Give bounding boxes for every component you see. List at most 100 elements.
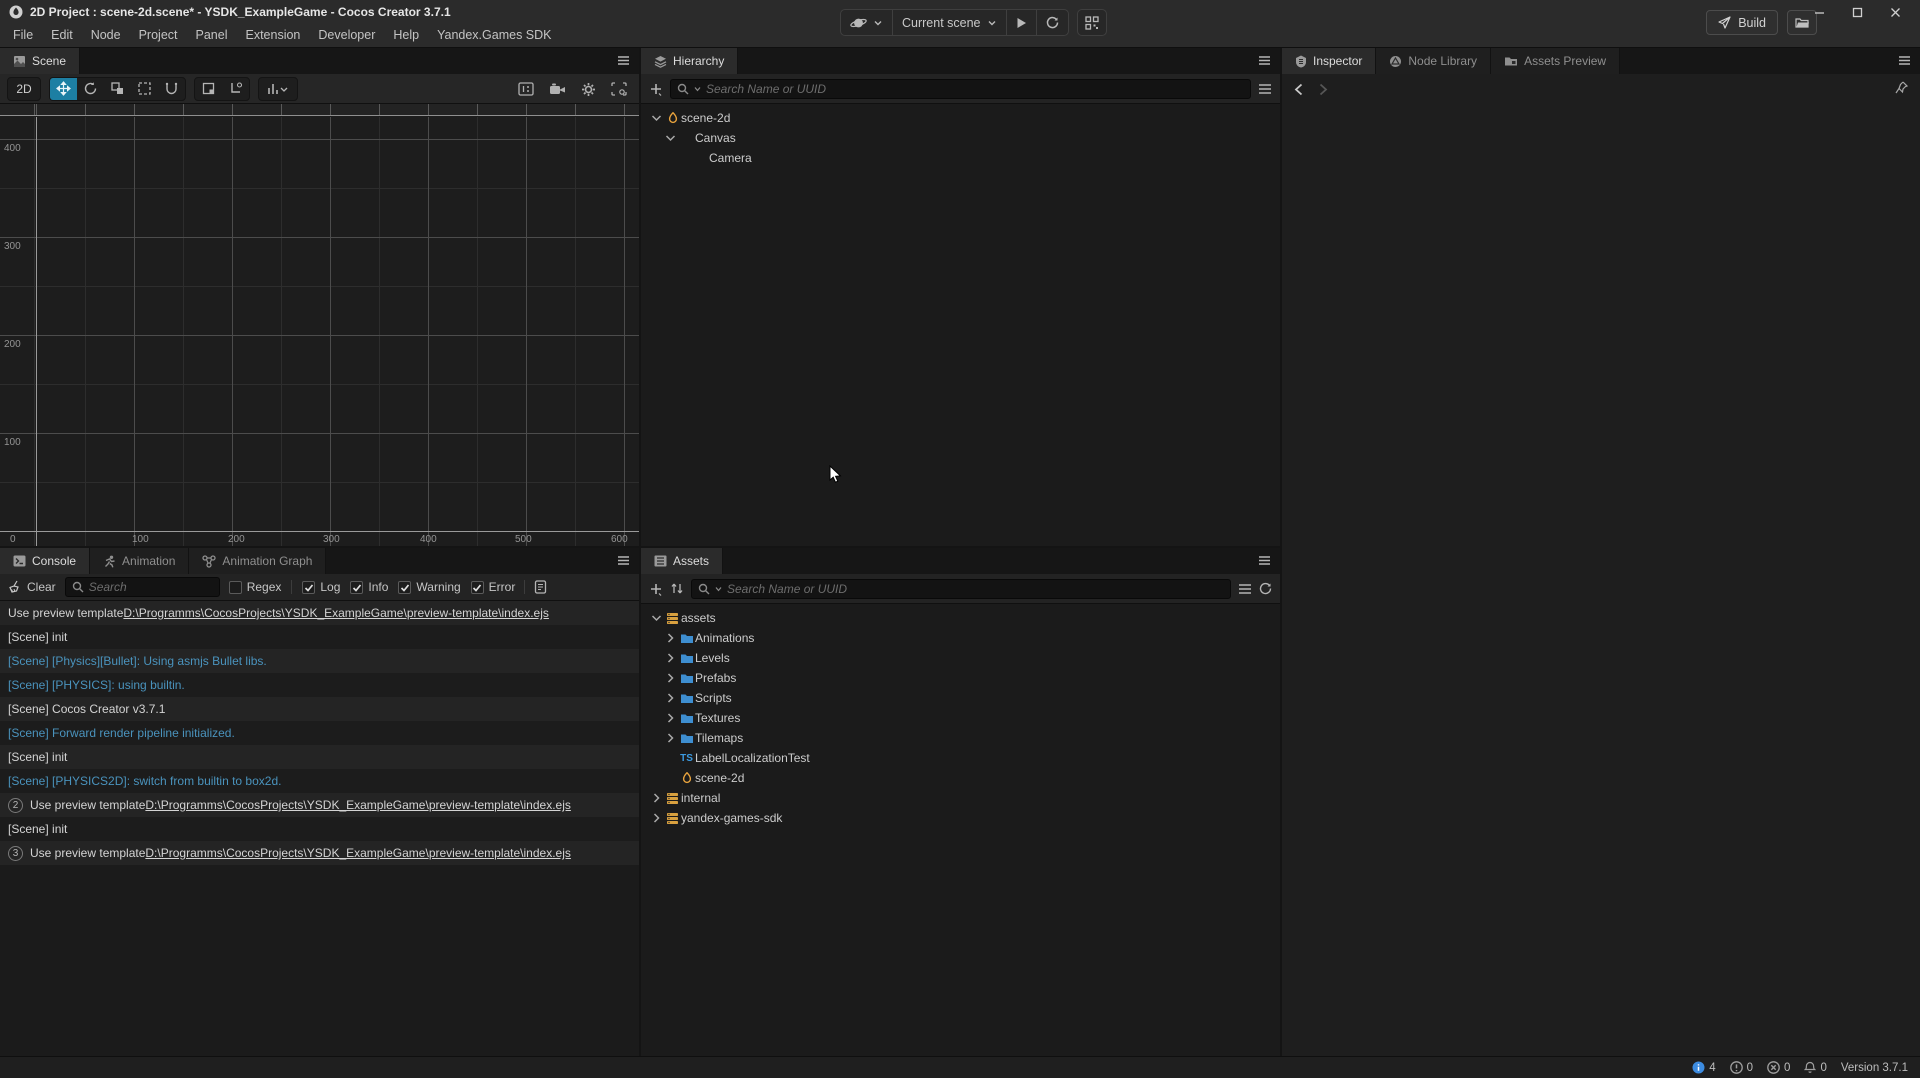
sort-assets-icon[interactable] <box>670 582 684 595</box>
menu-node[interactable]: Node <box>82 24 130 46</box>
scene-panel-menu-icon[interactable] <box>617 54 630 67</box>
asset-item-prefabs[interactable]: Prefabs <box>641 668 1280 688</box>
chevron-right-icon[interactable] <box>663 732 678 744</box>
tab-console[interactable]: Console <box>0 548 90 574</box>
console-log-row[interactable]: 2Use preview template D:\Programms\Cocos… <box>0 793 639 817</box>
chevron-right-icon[interactable] <box>663 712 678 724</box>
console-log-row[interactable]: [Scene] [Physics][Bullet]: Using asmjs B… <box>0 649 639 673</box>
create-asset-button[interactable] <box>649 582 663 596</box>
reload-button[interactable] <box>1037 10 1068 35</box>
asset-item-yandex-games-sdk[interactable]: yandex-games-sdk <box>641 808 1280 828</box>
inspector-panel-menu-icon[interactable] <box>1898 54 1911 67</box>
filter-error-checkbox[interactable]: Error <box>471 580 516 594</box>
menu-edit[interactable]: Edit <box>42 24 82 46</box>
chevron-down-icon[interactable] <box>663 132 678 144</box>
clear-console-button[interactable]: Clear <box>8 580 56 594</box>
history-forward-icon[interactable] <box>1319 83 1328 96</box>
console-search-input[interactable] <box>89 580 213 594</box>
grid-visibility-icon[interactable] <box>518 82 534 96</box>
asset-item-levels[interactable]: Levels <box>641 648 1280 668</box>
gizmo-settings-button[interactable] <box>259 77 297 101</box>
console-log-row[interactable]: [Scene] init <box>0 817 639 841</box>
scene-camera-icon[interactable] <box>549 83 566 96</box>
scene-selector-dropdown[interactable]: Current scene <box>893 10 1006 35</box>
filter-warning-checkbox[interactable]: Warning <box>398 580 460 594</box>
open-log-file-icon[interactable] <box>534 580 547 594</box>
console-log-row[interactable]: [Scene] init <box>0 745 639 769</box>
filter-log-checkbox[interactable]: Log <box>302 580 340 594</box>
rect-tool-button[interactable] <box>131 77 158 101</box>
chevron-down-icon[interactable] <box>649 612 664 624</box>
menu-yandex-games-sdk[interactable]: Yandex.Games SDK <box>428 24 560 46</box>
assets-list-options-icon[interactable] <box>1238 583 1252 595</box>
tab-assets[interactable]: Assets <box>641 548 723 574</box>
tab-hierarchy[interactable]: Hierarchy <box>641 48 738 74</box>
tab-assets-preview[interactable]: Assets Preview <box>1491 48 1620 74</box>
move-tool-button[interactable] <box>50 77 77 101</box>
chevron-down-icon[interactable] <box>649 112 664 124</box>
chevron-right-icon[interactable] <box>663 632 678 644</box>
asset-item-internal[interactable]: internal <box>641 788 1280 808</box>
status-error-counter[interactable]: 0 <box>1767 1061 1790 1074</box>
chevron-right-icon[interactable] <box>663 652 678 664</box>
tab-animation[interactable]: Animation <box>90 548 189 574</box>
create-node-button[interactable] <box>649 82 663 96</box>
preview-platform-button[interactable] <box>841 10 892 35</box>
console-log-row[interactable]: [Scene] Cocos Creator v3.7.1 <box>0 697 639 721</box>
status-notification-counter[interactable]: 0 <box>1804 1061 1826 1074</box>
asset-item-tilemaps[interactable]: Tilemaps <box>641 728 1280 748</box>
scene-gear-icon[interactable] <box>581 82 596 97</box>
hierarchy-panel-menu-icon[interactable] <box>1258 54 1271 67</box>
filter-info-checkbox[interactable]: Info <box>350 580 388 594</box>
coordinate-space-button[interactable] <box>222 77 249 101</box>
tab-scene[interactable]: Scene <box>0 48 80 74</box>
play-button[interactable] <box>1007 10 1036 35</box>
2d-3d-toggle-button[interactable]: 2D <box>8 77 40 101</box>
history-back-icon[interactable] <box>1294 83 1303 96</box>
build-button[interactable]: Build <box>1706 10 1778 35</box>
status-info-counter[interactable]: 4 <box>1692 1061 1715 1074</box>
log-file-link[interactable]: D:\Programms\CocosProjects\YSDK_ExampleG… <box>145 798 571 812</box>
console-log-row[interactable]: [Scene] init <box>0 625 639 649</box>
menu-file[interactable]: File <box>4 24 42 46</box>
menu-panel[interactable]: Panel <box>187 24 237 46</box>
assets-panel-menu-icon[interactable] <box>1258 554 1271 567</box>
menu-extension[interactable]: Extension <box>236 24 309 46</box>
scene-grid[interactable]: 400300200100 0100200300400500600 <box>0 117 639 546</box>
status-warning-counter[interactable]: 0 <box>1730 1061 1753 1074</box>
refresh-assets-icon[interactable] <box>1259 582 1272 595</box>
pivot-snap-button[interactable] <box>195 77 222 101</box>
chevron-right-icon[interactable] <box>663 692 678 704</box>
console-log-row[interactable]: [Scene] [PHYSICS]: using builtin. <box>0 673 639 697</box>
console-log-row[interactable]: 3Use preview template D:\Programms\Cocos… <box>0 841 639 865</box>
asset-item-labellocalizationtest[interactable]: TSLabelLocalizationTest <box>641 748 1280 768</box>
pin-inspector-icon[interactable] <box>1895 81 1908 95</box>
tab-animation-graph[interactable]: Animation Graph <box>189 548 326 574</box>
scene-viewport[interactable]: 400300200100 0100200300400500600 <box>0 104 639 546</box>
menu-project[interactable]: Project <box>130 24 187 46</box>
asset-item-scripts[interactable]: Scripts <box>641 688 1280 708</box>
console-log-row[interactable]: [Scene] Forward render pipeline initiali… <box>0 721 639 745</box>
asset-item-scene-2d[interactable]: scene-2d <box>641 768 1280 788</box>
chevron-right-icon[interactable] <box>649 792 664 804</box>
rotate-tool-button[interactable] <box>77 77 104 101</box>
asset-item-textures[interactable]: Textures <box>641 708 1280 728</box>
minimize-button[interactable] <box>1804 2 1834 22</box>
scale-tool-button[interactable] <box>104 77 131 101</box>
hierarchy-item-scene-2d[interactable]: scene-2d <box>641 108 1280 128</box>
tab-node-library[interactable]: Node Library <box>1376 48 1491 74</box>
filter-regex-checkbox[interactable]: Regex <box>229 580 282 594</box>
console-panel-menu-icon[interactable] <box>617 554 630 567</box>
menu-developer[interactable]: Developer <box>309 24 384 46</box>
preview-qr-button[interactable] <box>1077 9 1107 36</box>
console-log-row[interactable]: Use preview template D:\Programms\CocosP… <box>0 601 639 625</box>
console-log-row[interactable]: [Scene] [PHYSICS2D]: switch from builtin… <box>0 769 639 793</box>
chevron-right-icon[interactable] <box>649 812 664 824</box>
hierarchy-search-input[interactable] <box>706 82 1244 96</box>
close-button[interactable] <box>1880 2 1910 22</box>
hierarchy-list-options-icon[interactable] <box>1258 83 1272 95</box>
hierarchy-item-camera[interactable]: Camera <box>641 148 1280 168</box>
capture-scene-icon[interactable] <box>611 82 627 96</box>
asset-item-assets[interactable]: assets <box>641 608 1280 628</box>
hierarchy-item-canvas[interactable]: Canvas <box>641 128 1280 148</box>
